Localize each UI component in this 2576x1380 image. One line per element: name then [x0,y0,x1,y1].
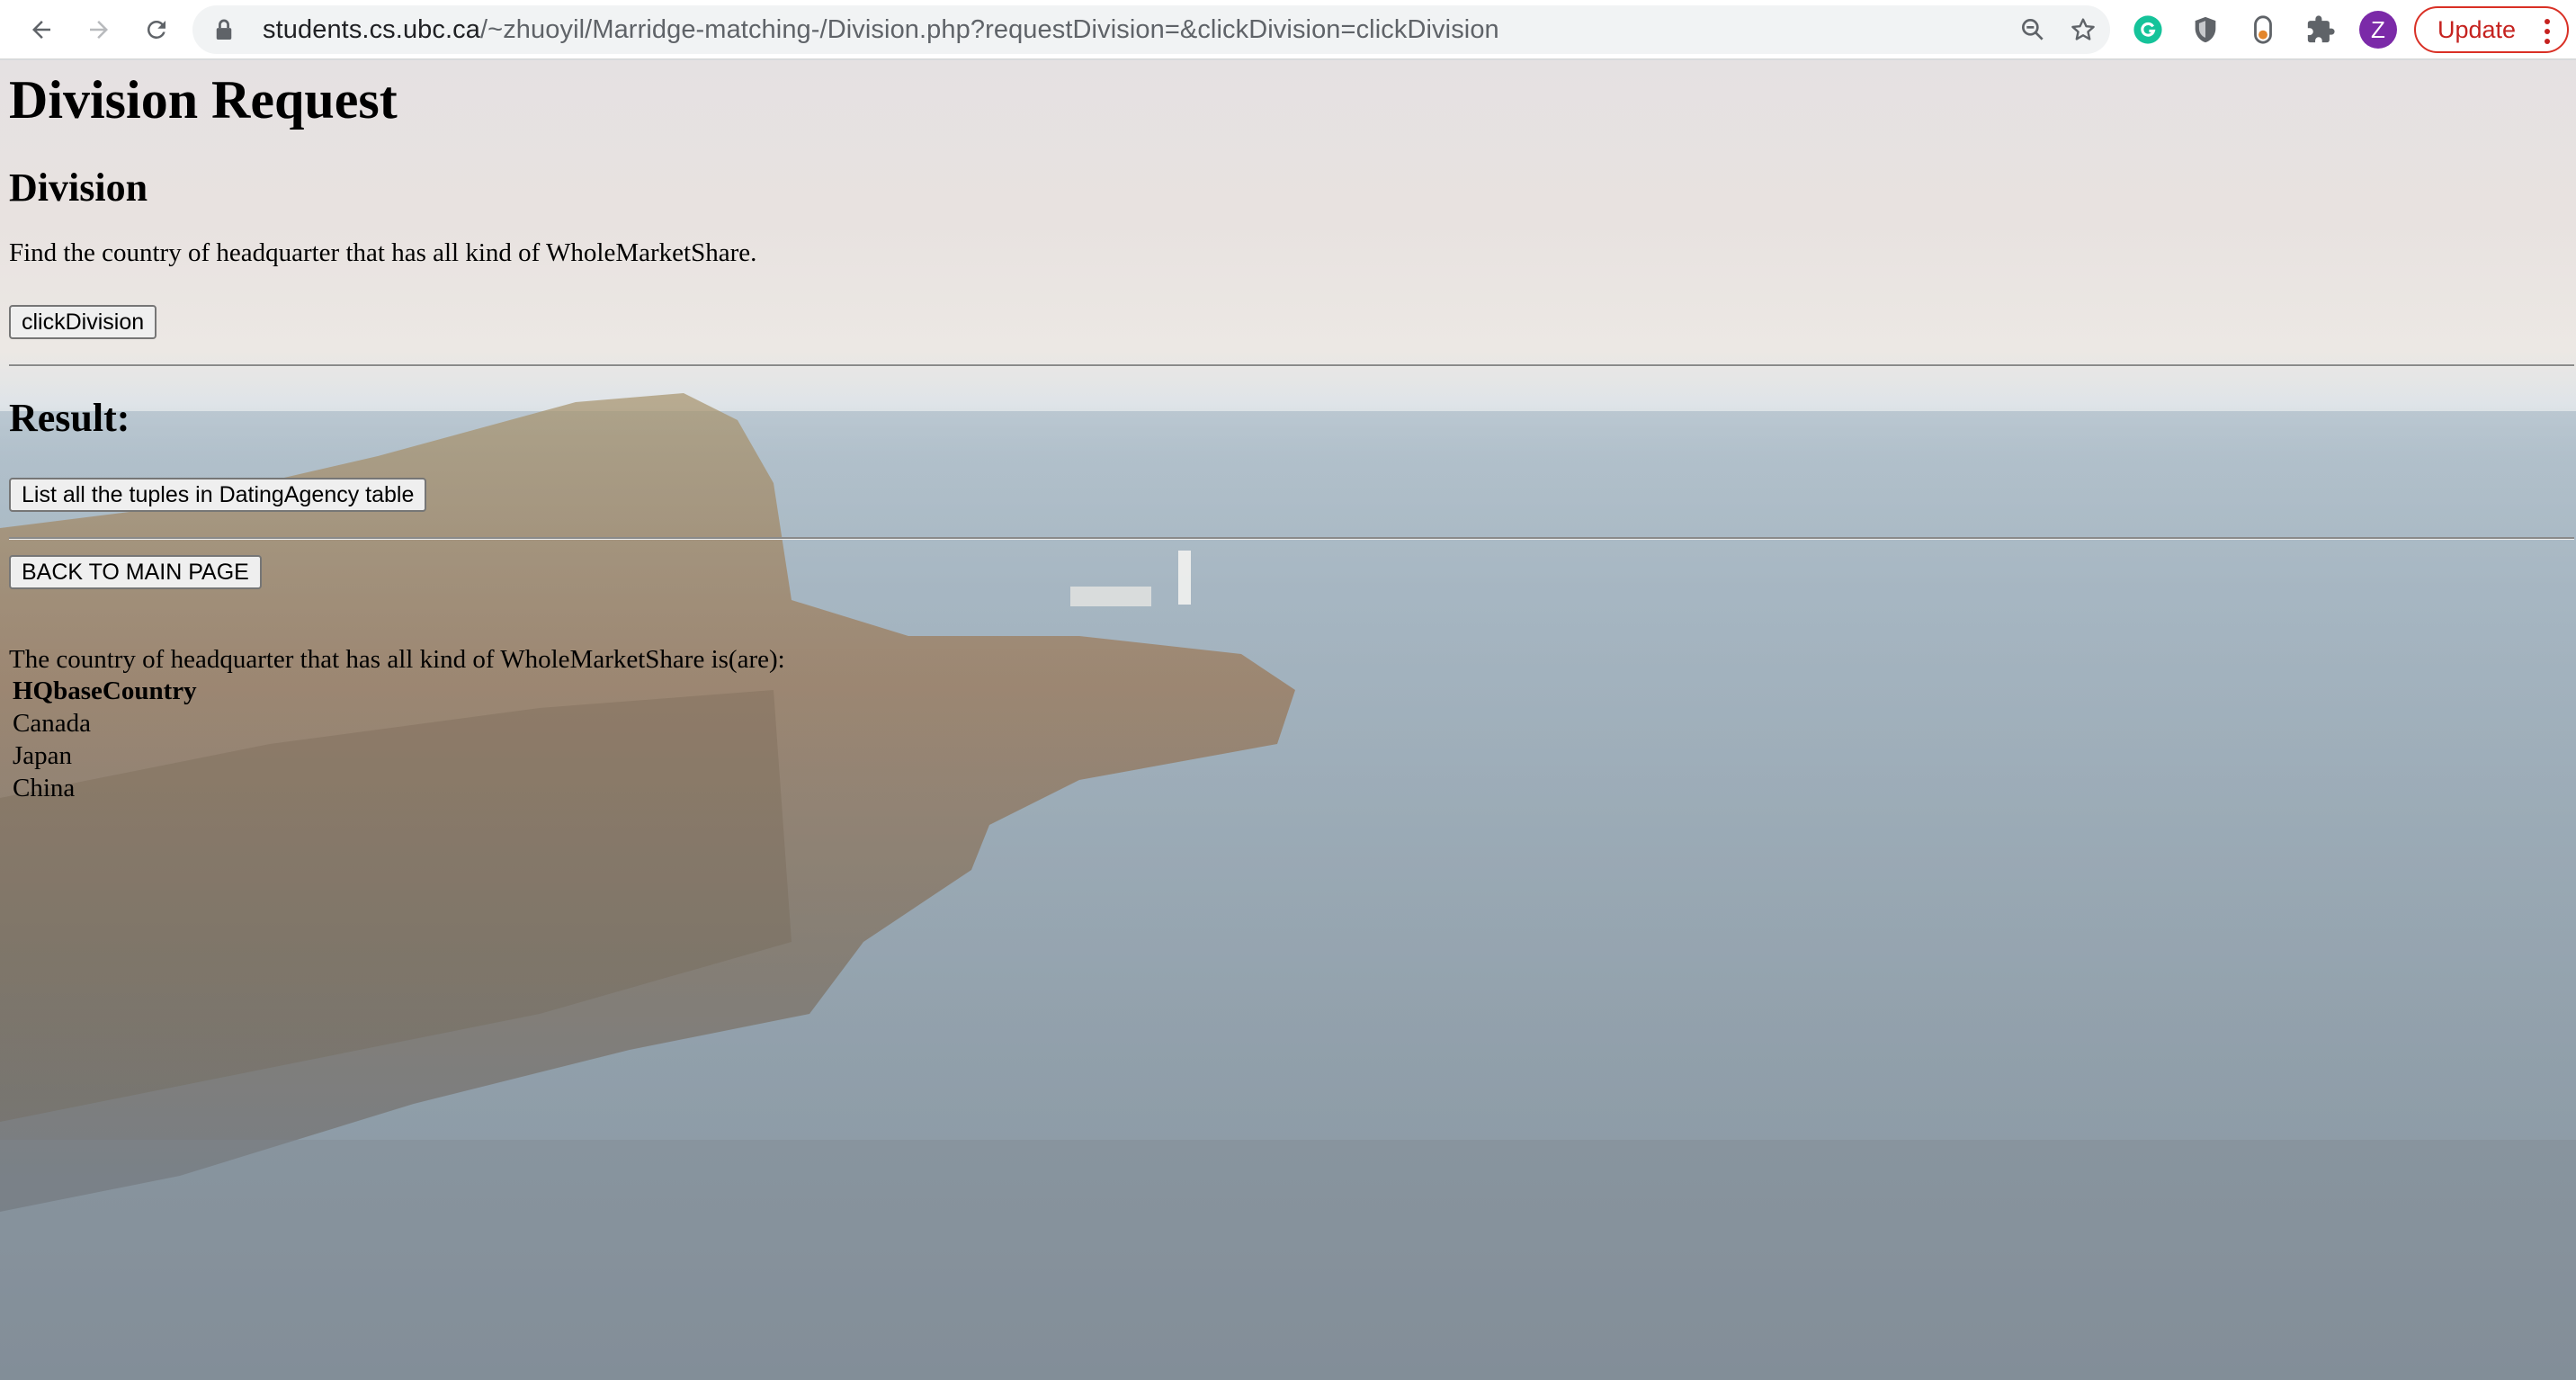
profile-button[interactable]: Z [2349,0,2407,59]
toggle-extension[interactable] [2234,0,2292,59]
table-row: China [9,772,201,804]
reload-icon [147,20,165,39]
column-header-hqbasecountry: HQbaseCountry [13,676,197,705]
divider [9,364,2574,367]
reload-button[interactable] [135,8,178,51]
result-heading: Result: [9,396,130,440]
forward-button[interactable] [77,8,121,51]
list-tuples-button[interactable]: List all the tuples in DatingAgency tabl… [9,478,427,512]
table-cell: Canada [13,708,91,738]
division-description: Find the country of headquarter that has… [9,238,757,267]
back-arrow-icon [32,20,50,39]
kebab-menu-icon [2545,19,2550,44]
table-row: Japan [9,739,201,772]
extensions-button[interactable] [2292,0,2349,59]
click-division-button[interactable]: clickDivision [9,305,157,339]
table-row: Canada [9,707,201,739]
forward-arrow-icon [90,20,108,39]
page-viewport: Division Request Division Find the count… [0,60,2576,1380]
toggle-extension-icon [2254,15,2272,44]
grammarly-icon [2133,15,2162,44]
result-table: HQbaseCountry Canada Japan China [9,675,201,804]
result-description: The country of headquarter that has all … [9,645,785,674]
star-icon[interactable] [2069,15,2097,44]
url-text[interactable]: students.cs.ubc.ca/~zhuoyil/Marridge-mat… [263,15,1499,45]
update-button[interactable]: Update [2414,6,2569,53]
division-heading: Division [9,166,148,210]
avatar: Z [2359,11,2397,49]
zoom-icon[interactable] [2018,15,2047,44]
table-cell: Japan [13,740,73,770]
back-to-main-button[interactable]: BACK TO MAIN PAGE [9,555,262,589]
page-title: Division Request [9,70,398,130]
address-bar[interactable]: students.cs.ubc.ca/~zhuoyil/Marridge-mat… [192,5,2110,54]
divider [9,537,2574,540]
table-header-row: HQbaseCountry [9,675,201,707]
shield-extension[interactable] [2177,0,2234,59]
browser-toolbar: students.cs.ubc.ca/~zhuoyil/Marridge-mat… [0,0,2576,59]
table-cell: China [13,773,76,802]
lock-icon[interactable] [214,17,236,42]
grammarly-extension[interactable] [2119,0,2177,59]
back-button[interactable] [20,8,63,51]
shield-extension-icon [2195,16,2216,43]
puzzle-extensions-icon [2307,15,2335,43]
